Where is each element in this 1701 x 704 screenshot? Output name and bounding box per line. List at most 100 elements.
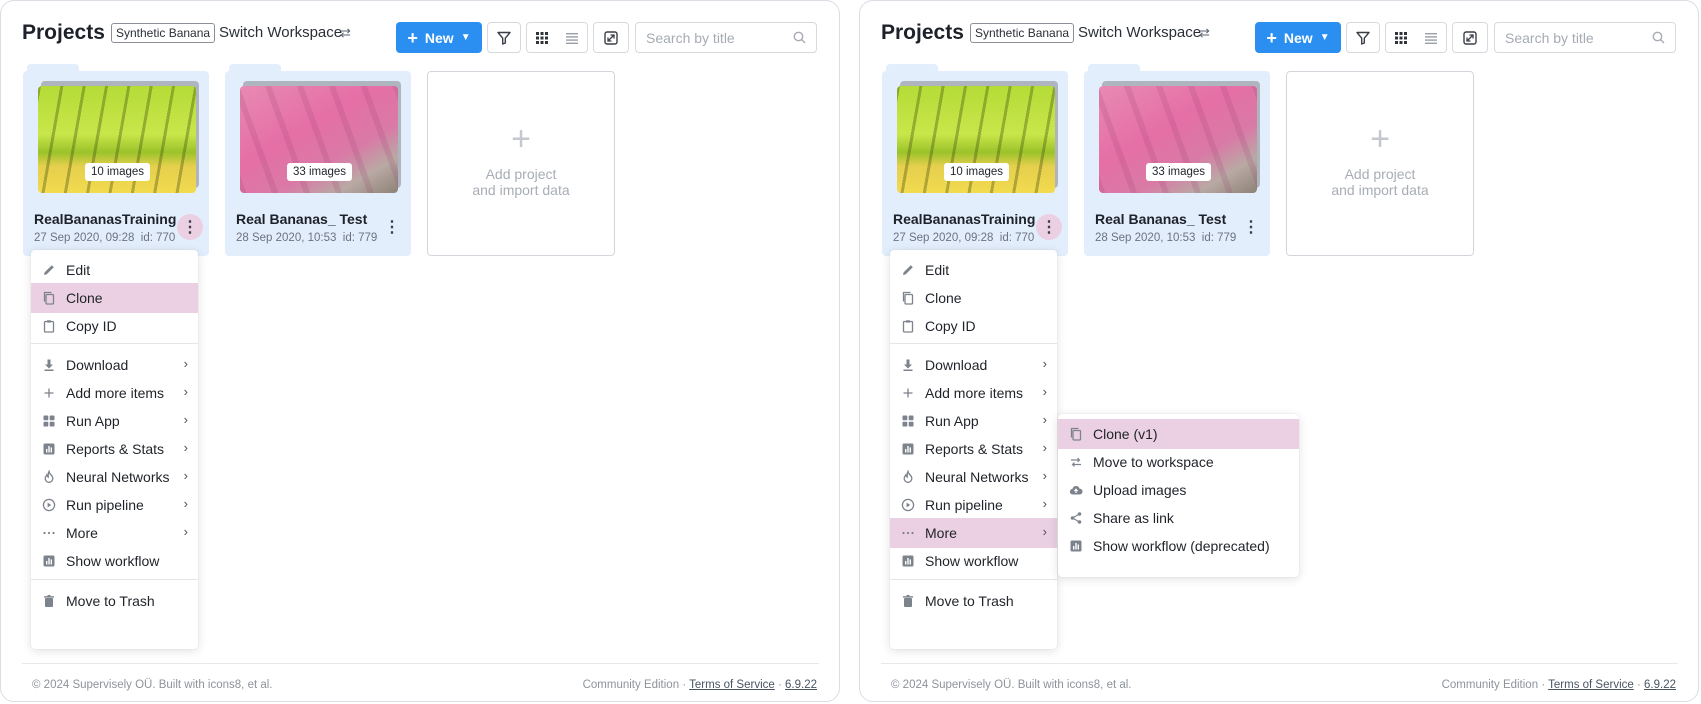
grid-view-icon[interactable] (1386, 31, 1416, 44)
plus-icon (901, 386, 915, 400)
footer-dot: · (1636, 679, 1645, 691)
project-card[interactable]: 33 images Real Bananas_ Test 28 Sep 2020… (1084, 71, 1270, 256)
new-button-label: New (424, 29, 454, 46)
menu-item-more[interactable]: More › (890, 518, 1057, 548)
menu-item-edit[interactable]: Edit (890, 255, 1057, 285)
project-meta: 28 Sep 2020, 10:53 id: 779 (1095, 232, 1236, 244)
menu-item-clone-v1[interactable]: Clone (v1) (1058, 419, 1299, 449)
menu-item-move-to-workspace[interactable]: Move to workspace (1058, 447, 1299, 477)
project-name[interactable]: RealBananasTraining (893, 211, 1035, 227)
menu-item-label: Run pipeline (925, 497, 1003, 513)
menu-item-label: More (925, 525, 957, 541)
menu-item-show-workflow[interactable]: Show workflow (31, 546, 198, 576)
switch-workspace-link[interactable]: Switch Workspace (219, 24, 342, 41)
project-date: 28 Sep 2020, 10:53 (1095, 232, 1196, 244)
project-name[interactable]: RealBananasTraining (34, 211, 176, 227)
chevron-right-icon: › (183, 412, 188, 427)
search-input[interactable]: Search by title (635, 22, 817, 53)
add-project-card[interactable]: + Add project and import data (427, 71, 615, 256)
search-placeholder: Search by title (646, 30, 735, 46)
menu-item-share-as-link[interactable]: Share as link (1058, 503, 1299, 533)
project-card[interactable]: 33 images Real Bananas_ Test 28 Sep 2020… (225, 71, 411, 256)
swap-icon[interactable]: ⇄ (1199, 25, 1210, 41)
menu-item-copy-id[interactable]: Copy ID (31, 311, 198, 341)
menu-item-neural-networks[interactable]: Neural Networks › (890, 462, 1057, 492)
menu-divider (890, 579, 1057, 580)
image-count-badge: 33 images (287, 163, 353, 181)
swap-icon (1069, 455, 1083, 469)
menu-item-reports-stats[interactable]: Reports & Stats › (890, 434, 1057, 464)
chevron-right-icon: › (1042, 356, 1047, 371)
menu-item-show-workflow[interactable]: Show workflow (890, 546, 1057, 576)
dots-icon (901, 526, 915, 540)
menu-item-label: Clone (v1) (1093, 426, 1158, 442)
menu-item-run-pipeline[interactable]: Run pipeline › (31, 490, 198, 520)
chevron-right-icon: › (183, 496, 188, 511)
kebab-menu-icon[interactable]: ⋮ (1036, 214, 1062, 240)
filter-button[interactable] (487, 22, 521, 53)
menu-item-reports-stats[interactable]: Reports & Stats › (31, 434, 198, 464)
menu-item-label: Clone (925, 290, 962, 306)
menu-item-download[interactable]: Download › (31, 350, 198, 380)
expand-icon (604, 30, 618, 45)
chart-icon (42, 442, 56, 456)
search-input[interactable]: Search by title (1494, 22, 1676, 53)
menu-item-run-app[interactable]: Run App › (890, 406, 1057, 436)
project-card[interactable]: 10 images RealBananasTraining 27 Sep 202… (882, 71, 1068, 256)
grid-view-icon[interactable] (527, 31, 557, 44)
flame-icon (901, 470, 915, 484)
menu-item-add-more-items[interactable]: Add more items › (31, 378, 198, 408)
list-view-icon[interactable] (1416, 32, 1446, 44)
chevron-right-icon: › (183, 440, 188, 455)
menu-item-label: Download (925, 357, 988, 373)
menu-item-neural-networks[interactable]: Neural Networks › (31, 462, 198, 492)
menu-item-label: Add more items (925, 385, 1024, 401)
swap-icon[interactable]: ⇄ (340, 25, 351, 41)
menu-item-clone[interactable]: Clone (31, 283, 198, 313)
menu-item-run-pipeline[interactable]: Run pipeline › (890, 490, 1057, 520)
menu-item-download[interactable]: Download › (890, 350, 1057, 380)
search-icon (793, 31, 806, 44)
pencil-icon (42, 263, 56, 277)
switch-workspace-link[interactable]: Switch Workspace (1078, 24, 1201, 41)
menu-item-more[interactable]: More › (31, 518, 198, 548)
add-project-text: Add project and import data (1287, 166, 1473, 198)
menu-item-label: Run App (925, 413, 979, 429)
fullscreen-button[interactable] (593, 22, 629, 53)
chevron-right-icon: › (1042, 468, 1047, 483)
add-project-card[interactable]: + Add project and import data (1286, 71, 1474, 256)
project-meta: 28 Sep 2020, 10:53 id: 779 (236, 232, 377, 244)
menu-item-edit[interactable]: Edit (31, 255, 198, 285)
version-link[interactable]: 6.9.22 (1644, 679, 1676, 691)
footer-divider (881, 663, 1678, 664)
cloud-upload-icon (1069, 483, 1083, 497)
image-count-badge: 33 images (1146, 163, 1212, 181)
list-view-icon[interactable] (557, 32, 587, 44)
menu-item-move-to-trash[interactable]: Move to Trash (31, 586, 198, 616)
project-card[interactable]: 10 images RealBananasTraining 27 Sep 202… (23, 71, 209, 256)
image-count-badge: 10 images (85, 163, 151, 181)
project-id: id: 779 (1201, 232, 1237, 244)
menu-item-copy-id[interactable]: Copy ID (890, 311, 1057, 341)
fullscreen-button[interactable] (1452, 22, 1488, 53)
menu-item-move-to-trash[interactable]: Move to Trash (890, 586, 1057, 616)
filter-button[interactable] (1346, 22, 1380, 53)
menu-item-clone[interactable]: Clone (890, 283, 1057, 313)
menu-item-show-workflow-deprecated[interactable]: Show workflow (deprecated) (1058, 531, 1299, 561)
kebab-menu-icon[interactable]: ⋮ (1238, 214, 1264, 240)
terms-link[interactable]: Terms of Service (1548, 679, 1634, 691)
flame-icon (42, 470, 56, 484)
kebab-menu-icon[interactable]: ⋮ (177, 214, 203, 240)
version-link[interactable]: 6.9.22 (785, 679, 817, 691)
kebab-menu-icon[interactable]: ⋮ (379, 214, 405, 240)
menu-item-label: Edit (925, 262, 950, 278)
menu-item-run-app[interactable]: Run App › (31, 406, 198, 436)
menu-item-label: Upload images (1093, 482, 1187, 498)
menu-item-add-more-items[interactable]: Add more items › (890, 378, 1057, 408)
terms-link[interactable]: Terms of Service (689, 679, 775, 691)
project-name[interactable]: Real Bananas_ Test (1095, 211, 1226, 227)
project-name[interactable]: Real Bananas_ Test (236, 211, 367, 227)
menu-item-upload-images[interactable]: Upload images (1058, 475, 1299, 505)
new-button[interactable]: + New ▼ (1255, 22, 1341, 53)
new-button[interactable]: + New ▼ (396, 22, 482, 53)
